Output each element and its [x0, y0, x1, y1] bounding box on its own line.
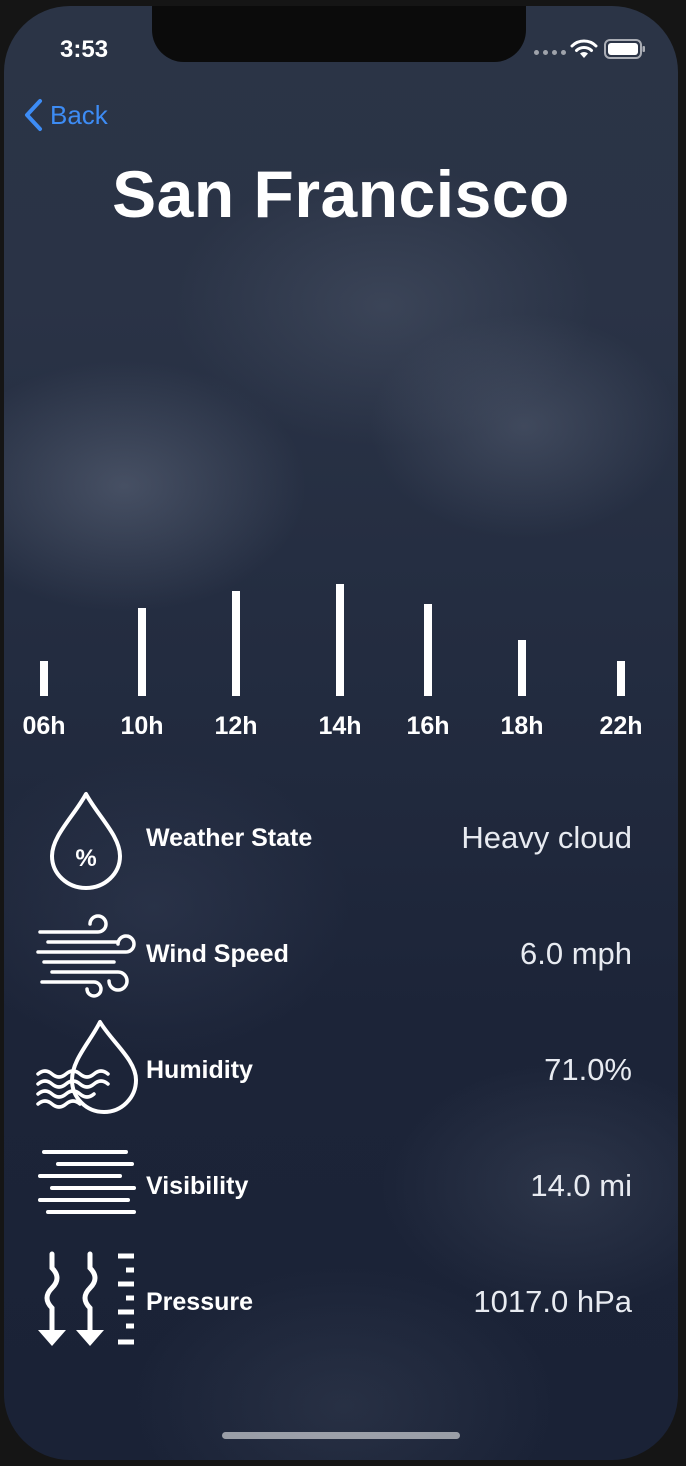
- stat-label: Visibility: [146, 1172, 249, 1200]
- hourly-bar-chart: 06h 10h 12h 14h 16h 18h 22h: [22, 584, 643, 740]
- tick-label-12h: 12h: [214, 712, 257, 740]
- stat-label: Wind Speed: [146, 940, 289, 968]
- water-drop-waves-icon: [36, 1020, 138, 1114]
- status-time: 3:53: [60, 36, 109, 63]
- cellular-signal-icon: [534, 50, 566, 55]
- bar-06h: [40, 661, 48, 696]
- bar-18h: [518, 640, 526, 696]
- stat-label: Weather State: [146, 824, 313, 852]
- back-label: Back: [50, 99, 108, 130]
- stat-label: Humidity: [146, 1056, 253, 1084]
- tick-label-06h: 06h: [22, 712, 65, 740]
- svg-text:%: %: [75, 845, 96, 872]
- chevron-left-icon: [25, 99, 42, 131]
- wifi-icon: [570, 39, 598, 58]
- stat-value: 6.0 mph: [519, 936, 632, 971]
- stat-row-weather-state: % Weather State Heavy cloud: [4, 786, 678, 896]
- home-indicator[interactable]: [222, 1432, 460, 1439]
- pressure-arrows-icon: [38, 1251, 134, 1346]
- bar-16h: [424, 604, 432, 696]
- stat-value: 71.0%: [544, 1052, 632, 1087]
- wind-icon: [36, 914, 136, 998]
- fog-lines-icon: [38, 1150, 136, 1214]
- stat-row-visibility: Visibility 14.0 mi: [4, 1134, 678, 1244]
- stat-row-wind-speed: Wind Speed 6.0 mph: [4, 902, 678, 1012]
- bar-12h: [232, 591, 240, 696]
- tick-label-14h: 14h: [318, 712, 361, 740]
- tick-label-16h: 16h: [406, 712, 449, 740]
- device-frame: 3:53 Back San Francisco 06h 10h 12h 14h 16h 1…: [0, 0, 686, 1466]
- tick-label-22h: 22h: [599, 712, 642, 740]
- tick-label-18h: 18h: [500, 712, 543, 740]
- stat-value: Heavy cloud: [461, 820, 632, 855]
- bar-10h: [138, 608, 146, 696]
- bar-14h: [336, 584, 344, 696]
- stat-value: 14.0 mi: [530, 1168, 632, 1203]
- stat-value: 1017.0 hPa: [473, 1284, 632, 1319]
- battery-icon: [604, 39, 645, 59]
- bar-22h: [617, 661, 625, 696]
- tick-label-10h: 10h: [120, 712, 163, 740]
- stat-row-pressure: Pressure 1017.0 hPa: [4, 1250, 678, 1360]
- stat-row-humidity: Humidity 71.0%: [4, 1018, 678, 1128]
- humidity-drop-percent-icon: %: [50, 792, 122, 890]
- back-button[interactable]: Back: [24, 98, 108, 132]
- notch: [152, 6, 526, 62]
- stat-label: Pressure: [146, 1288, 254, 1316]
- screen: 3:53 Back San Francisco 06h 10h 12h 14h 16h 1…: [4, 6, 678, 1460]
- city-title: San Francisco: [112, 157, 570, 231]
